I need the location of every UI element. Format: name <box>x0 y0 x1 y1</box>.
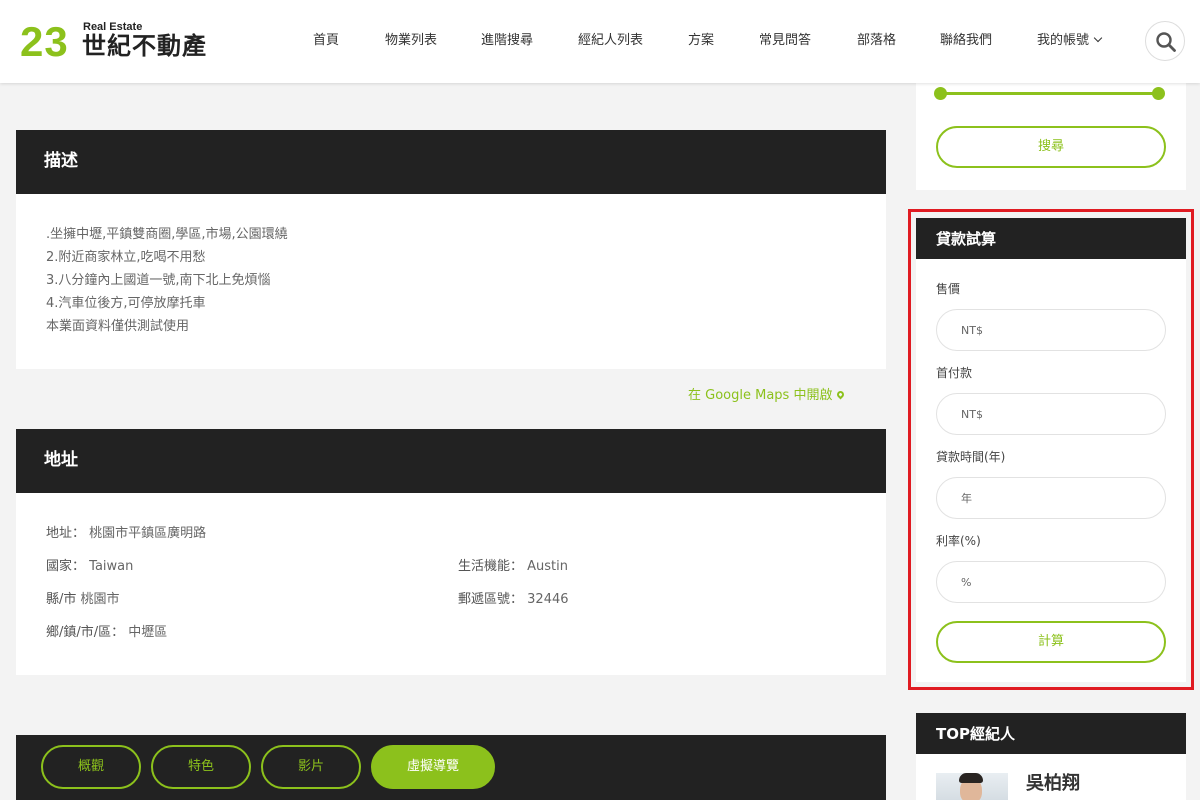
logo-chinese: 世紀不動產 <box>82 31 207 60</box>
tab-overview[interactable]: 概觀 <box>41 745 141 789</box>
slider-handle-min[interactable] <box>934 87 947 100</box>
nav-advanced-search[interactable]: 進階搜尋 <box>481 33 533 49</box>
search-icon <box>1156 32 1176 52</box>
slider-handle-max[interactable] <box>1152 87 1165 100</box>
google-maps-link-label: 在 Google Maps 中開啟 <box>688 388 833 403</box>
description-line: .坐擁中壢,平鎮雙商圈,學區,市場,公園環繞 <box>46 227 288 242</box>
address-county-label: 縣/市 <box>46 592 77 607</box>
highlight-frame <box>908 209 1194 690</box>
address-amenity: 生活機能： Austin <box>458 558 568 576</box>
agent-name[interactable]: 吳柏翔 <box>1026 773 1080 795</box>
agent-avatar[interactable] <box>936 773 1008 800</box>
address-township-value: 中壢區 <box>128 625 168 640</box>
description-title: 描述 <box>44 151 78 171</box>
address-country: 國家： Taiwan <box>46 558 133 576</box>
top-agents-title: TOP經紀人 <box>936 725 1015 743</box>
description-body: .坐擁中壢,平鎮雙商圈,學區,市場,公園環繞 2.附近商家林立,吃喝不用愁 3.… <box>16 194 886 369</box>
address-zip: 郵遞區號： 32446 <box>458 591 569 609</box>
address-township: 鄉/鎮/市/區： 中壢區 <box>46 624 167 642</box>
site-logo[interactable]: 23 Real Estate 世紀不動產 <box>20 18 220 66</box>
address-title: 地址 <box>44 450 78 470</box>
top-agents-header: TOP經紀人 <box>916 713 1186 754</box>
address-amenity-label: 生活機能： <box>458 559 524 574</box>
map-pin-icon <box>836 389 846 400</box>
address-township-label: 鄉/鎮/市/區： <box>46 625 125 640</box>
nav-my-account[interactable]: 我的帳號 <box>1037 33 1103 49</box>
description-line: 3.八分鐘內上國道一號,南下北上免煩惱 <box>46 273 271 288</box>
search-submit-button[interactable]: 搜尋 <box>936 126 1166 168</box>
site-header: 23 Real Estate 世紀不動產 首頁 物業列表 進階搜尋 經紀人列表 … <box>0 0 1200 83</box>
nav-contact[interactable]: 聯絡我們 <box>940 33 992 49</box>
search-button[interactable] <box>1145 21 1185 61</box>
description-line: 2.附近商家林立,吃喝不用愁 <box>46 250 206 265</box>
logo-number: 23 <box>20 18 69 65</box>
nav-home[interactable]: 首頁 <box>313 33 339 49</box>
chevron-down-icon <box>1093 33 1103 43</box>
address-street-label: 地址： <box>46 526 86 541</box>
description-line: 本業面資料僅供測試使用 <box>46 319 190 334</box>
address-header: 地址 <box>16 429 886 493</box>
address-zip-label: 郵遞區號： <box>458 592 524 607</box>
address-county: 縣/市 桃園市 <box>46 591 120 609</box>
nav-my-account-label: 我的帳號 <box>1037 33 1090 48</box>
address-zip-value: 32446 <box>527 592 569 607</box>
address-amenity-value: Austin <box>527 559 569 574</box>
description-header: 描述 <box>16 130 886 194</box>
nav-property-list[interactable]: 物業列表 <box>385 33 437 49</box>
nav-faq[interactable]: 常見問答 <box>759 33 811 49</box>
address-country-value: Taiwan <box>89 559 134 574</box>
tab-features[interactable]: 特色 <box>151 745 251 789</box>
address-street: 地址： 桃園市平鎮區廣明路 <box>46 525 206 543</box>
address-street-value: 桃園市平鎮區廣明路 <box>89 526 207 541</box>
price-range-slider[interactable] <box>940 92 1159 95</box>
google-maps-link[interactable]: 在 Google Maps 中開啟 <box>688 387 846 405</box>
nav-plans[interactable]: 方案 <box>688 33 714 49</box>
tab-video[interactable]: 影片 <box>261 745 361 789</box>
description-line: 4.汽車位後方,可停放摩托車 <box>46 296 206 311</box>
agent-hair <box>959 773 983 783</box>
address-county-value: 桃園市 <box>80 592 120 607</box>
address-country-label: 國家： <box>46 559 86 574</box>
tab-virtual-tour[interactable]: 虛擬導覽 <box>371 745 495 789</box>
property-tab-bar: 概觀 特色 影片 虛擬導覽 <box>16 735 886 800</box>
address-body: 地址： 桃園市平鎮區廣明路 國家： Taiwan 縣/市 桃園市 鄉/鎮/市/區… <box>16 493 886 675</box>
nav-agent-list[interactable]: 經紀人列表 <box>578 33 643 49</box>
nav-blog[interactable]: 部落格 <box>857 33 896 49</box>
